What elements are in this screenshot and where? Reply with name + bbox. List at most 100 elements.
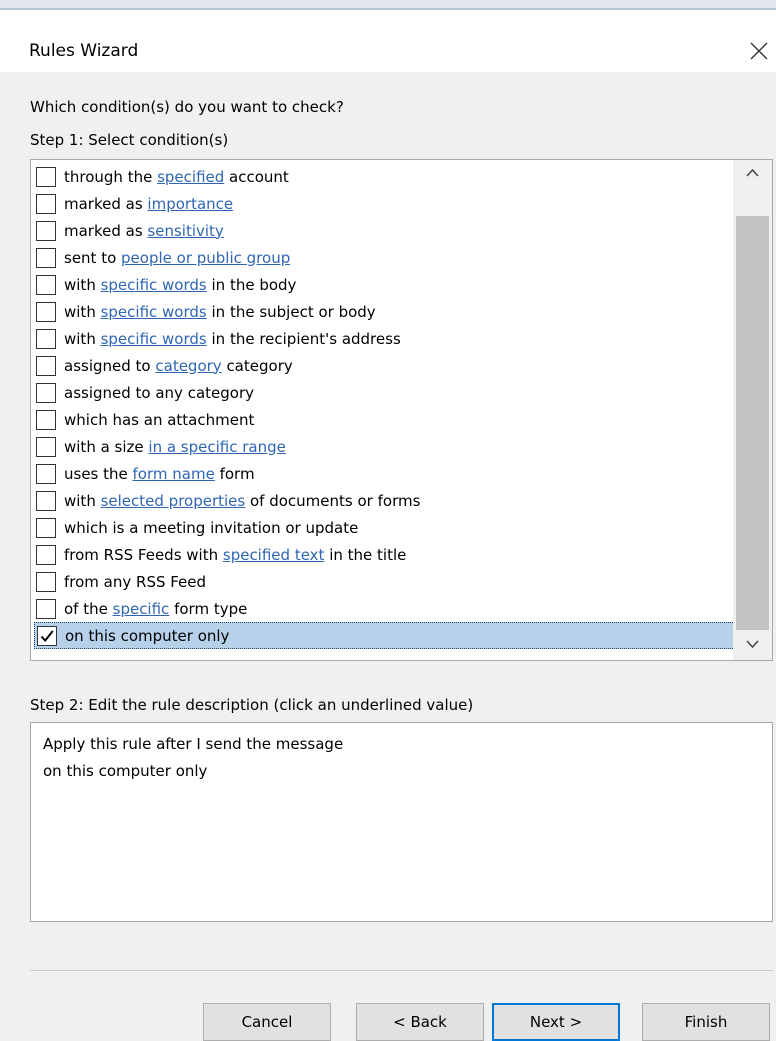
condition-label: marked as importance xyxy=(64,195,233,213)
step2-label: Step 2: Edit the rule description (click… xyxy=(30,696,474,714)
step1-label: Step 1: Select condition(s) xyxy=(30,131,229,149)
condition-value-link[interactable]: form name xyxy=(133,465,215,483)
condition-checkbox[interactable] xyxy=(36,193,56,214)
condition-checkbox[interactable] xyxy=(36,517,56,538)
condition-checkbox[interactable] xyxy=(36,382,56,403)
condition-text: through the xyxy=(64,167,158,186)
condition-text: form type xyxy=(169,599,248,618)
condition-row[interactable]: with specific words in the recipient's a… xyxy=(34,325,757,352)
condition-label: from RSS Feeds with specified text in th… xyxy=(64,546,406,564)
condition-checkbox[interactable] xyxy=(36,220,56,241)
condition-row[interactable]: sent to people or public group xyxy=(34,244,757,271)
condition-row[interactable]: from any RSS Feed xyxy=(34,568,757,595)
condition-label: through the specified account xyxy=(64,168,289,186)
window-top-strip xyxy=(0,0,776,10)
condition-label: assigned to category category xyxy=(64,357,293,375)
condition-checkbox[interactable] xyxy=(36,166,56,187)
condition-checkbox[interactable] xyxy=(37,625,57,646)
condition-text: in the subject or body xyxy=(206,302,376,321)
scroll-up-button[interactable] xyxy=(733,160,772,188)
condition-checkbox[interactable] xyxy=(36,409,56,430)
condition-value-link[interactable]: in a specific range xyxy=(148,438,285,456)
condition-text: assigned to any category xyxy=(64,383,254,402)
condition-value-link[interactable]: importance xyxy=(147,195,233,213)
condition-checkbox[interactable] xyxy=(36,544,56,565)
finish-button[interactable]: Finish xyxy=(642,1003,770,1041)
condition-checkbox[interactable] xyxy=(36,436,56,457)
back-button[interactable]: < Back xyxy=(356,1003,484,1041)
condition-checkbox[interactable] xyxy=(36,328,56,349)
condition-row[interactable]: which is a meeting invitation or update xyxy=(34,514,757,541)
condition-label: assigned to any category xyxy=(64,384,254,402)
condition-checkbox[interactable] xyxy=(36,247,56,268)
condition-checkbox[interactable] xyxy=(36,274,56,295)
condition-text: assigned to xyxy=(64,356,156,375)
scrollbar-thumb[interactable] xyxy=(736,216,769,630)
next-button[interactable]: Next > xyxy=(492,1003,620,1041)
condition-row[interactable]: with selected properties of documents or… xyxy=(34,487,757,514)
description-line: on this computer only xyxy=(43,762,208,780)
condition-label: which has an attachment xyxy=(64,411,254,429)
scroll-down-button[interactable] xyxy=(733,632,772,660)
window-title: Rules Wizard xyxy=(29,41,139,61)
condition-value-link[interactable]: category xyxy=(155,357,221,375)
condition-value-link[interactable]: selected properties xyxy=(101,492,246,510)
condition-row[interactable]: marked as importance xyxy=(34,190,757,217)
condition-text: marked as xyxy=(64,221,148,240)
rule-description-box[interactable]: Apply this rule after I send the message… xyxy=(30,722,773,922)
close-button[interactable] xyxy=(742,34,776,68)
condition-label: with a size in a specific range xyxy=(64,438,286,456)
cancel-button[interactable]: Cancel xyxy=(203,1003,331,1041)
condition-label: with specific words in the recipient's a… xyxy=(64,330,401,348)
condition-text: from any RSS Feed xyxy=(64,572,207,591)
condition-text: with a size xyxy=(64,437,149,456)
condition-checkbox[interactable] xyxy=(36,598,56,619)
conditions-scrollbar[interactable] xyxy=(733,160,772,660)
condition-checkbox[interactable] xyxy=(36,571,56,592)
condition-value-link[interactable]: specific words xyxy=(101,303,207,321)
condition-text: sent to xyxy=(64,248,122,267)
condition-text: of the xyxy=(64,599,113,618)
condition-text: with xyxy=(64,275,101,294)
condition-row[interactable]: uses the form name form xyxy=(34,460,757,487)
chevron-up-icon xyxy=(746,168,759,177)
condition-value-link[interactable]: people or public group xyxy=(121,249,290,267)
condition-checkbox[interactable] xyxy=(36,301,56,322)
condition-text: in the recipient's address xyxy=(206,329,401,348)
condition-value-link[interactable]: specific xyxy=(113,600,170,618)
condition-label: of the specific form type xyxy=(64,600,247,618)
condition-row[interactable]: of the specific form type xyxy=(34,595,757,622)
checkmark-icon xyxy=(40,629,54,642)
condition-label: on this computer only xyxy=(65,627,229,645)
description-line: Apply this rule after I send the message xyxy=(43,735,344,753)
condition-row[interactable]: from RSS Feeds with specified text in th… xyxy=(34,541,757,568)
condition-checkbox[interactable] xyxy=(36,490,56,511)
condition-value-link[interactable]: specific words xyxy=(101,276,207,294)
condition-value-link[interactable]: specified text xyxy=(223,546,325,564)
condition-value-link[interactable]: specific words xyxy=(101,330,207,348)
condition-row[interactable]: on this computer only xyxy=(34,622,757,649)
condition-row[interactable]: with specific words in the subject or bo… xyxy=(34,298,757,325)
condition-checkbox[interactable] xyxy=(36,355,56,376)
condition-value-link[interactable]: specified xyxy=(157,168,224,186)
condition-text: with xyxy=(64,302,101,321)
close-icon xyxy=(750,42,768,60)
conditions-prompt: Which condition(s) do you want to check? xyxy=(30,98,344,116)
condition-checkbox[interactable] xyxy=(36,463,56,484)
condition-text: from RSS Feeds with xyxy=(64,545,223,564)
condition-value-link[interactable]: sensitivity xyxy=(147,222,223,240)
condition-row[interactable]: which has an attachment xyxy=(34,406,757,433)
condition-row[interactable]: assigned to category category xyxy=(34,352,757,379)
condition-row[interactable]: assigned to any category xyxy=(34,379,757,406)
condition-row[interactable]: with a size in a specific range xyxy=(34,433,757,460)
separator-line xyxy=(30,970,773,971)
condition-label: marked as sensitivity xyxy=(64,222,224,240)
condition-row[interactable]: with specific words in the body xyxy=(34,271,757,298)
conditions-list[interactable]: through the specified account marked as i… xyxy=(30,159,773,661)
condition-text: with xyxy=(64,491,101,510)
condition-row[interactable]: marked as sensitivity xyxy=(34,217,757,244)
condition-text: category xyxy=(221,356,293,375)
condition-row[interactable]: through the specified account xyxy=(34,163,757,190)
condition-text: form xyxy=(214,464,255,483)
condition-label: uses the form name form xyxy=(64,465,255,483)
